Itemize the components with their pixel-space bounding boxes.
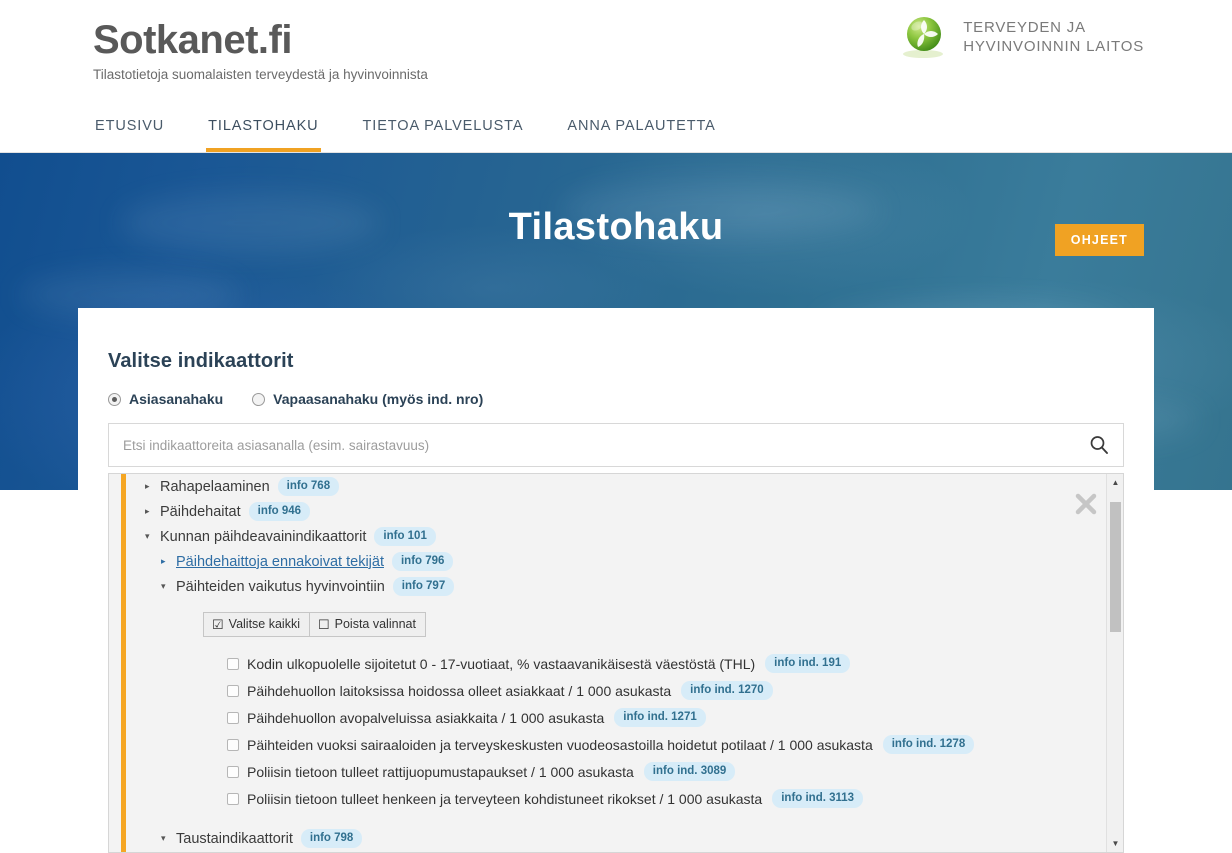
tree-node-kunnan-paihdeavainindikaattorit[interactable]: ▾ Kunnan päihdeavainindikaattorit info 1… <box>145 524 1106 549</box>
info-badge[interactable]: info 798 <box>300 829 363 848</box>
scroll-up-arrow-icon[interactable]: ▲ <box>1107 474 1123 491</box>
indicator-label: Päihdehuollon avopalveluissa asiakkaita … <box>247 709 605 726</box>
tree-rows: ▸ ▸ Rahapelaaminen info 768 ▸ Päihdehait… <box>121 474 1106 852</box>
chevron-down-icon: ▾ <box>161 581 166 591</box>
checkbox-icon[interactable] <box>227 711 239 724</box>
indicator-row[interactable]: Päihdehuollon laitoksissa hoidossa ollee… <box>227 677 1106 704</box>
tree-accent-rail <box>121 474 126 852</box>
thl-globe-icon <box>903 17 944 58</box>
radio-vapaasanahaku-label: Vapaasanahaku (myös ind. nro) <box>273 391 484 407</box>
info-badge[interactable]: info ind. 1270 <box>681 681 773 700</box>
indicator-row[interactable]: Poliisin tietoon tulleet henkeen ja terv… <box>227 785 1106 812</box>
tree-node-paihdehaittoja-ennakoivat-tekijat[interactable]: ▸ Päihdehaittoja ennakoivat tekijät info… <box>145 549 1106 574</box>
close-icon[interactable] <box>1075 493 1097 515</box>
radio-asiasanahaku-label: Asiasanahaku <box>129 391 224 407</box>
radio-dot-icon <box>252 392 266 406</box>
clear-selection-label: Poista valinnat <box>334 617 416 631</box>
info-badge[interactable]: info 101 <box>374 527 436 546</box>
tree-vertical-scrollbar[interactable]: ▲ ▼ <box>1106 474 1123 852</box>
page-title: Tilastohaku <box>508 206 724 248</box>
search-mode-radio-group: Asiasanahaku Vapaasanahaku (myös ind. nr… <box>108 391 1124 407</box>
indicator-list: Kodin ulkopuolelle sijoitetut 0 - 17-vuo… <box>145 650 1106 812</box>
info-badge[interactable]: info ind. 191 <box>765 654 851 673</box>
info-badge[interactable]: info ind. 1278 <box>882 735 975 754</box>
scroll-down-arrow-icon[interactable]: ▼ <box>1107 835 1123 852</box>
clear-selection-button[interactable]: ☐ Poista valinnat <box>308 612 426 637</box>
nav-item-tilastohaku[interactable]: TILASTOHAKU <box>206 112 321 152</box>
indicator-label: Poliisin tietoon tulleet rattijuopumusta… <box>247 763 634 780</box>
info-badge[interactable]: info 796 <box>391 552 454 571</box>
indicator-label: Päihteiden vuoksi sairaaloiden ja tervey… <box>247 736 873 753</box>
site-header: Sotkanet.fi Tilastotietoja suomalaisten … <box>0 0 1232 153</box>
tree-node-paihteiden-vaikutus-hyvinvointiin[interactable]: ▾ Päihteiden vaikutus hyvinvointiin info… <box>145 574 1106 599</box>
chevron-down-icon: ▾ <box>145 531 150 541</box>
info-badge[interactable]: info ind. 3089 <box>643 762 736 781</box>
info-badge[interactable]: info ind. 3113 <box>772 789 864 808</box>
search-input[interactable] <box>109 424 1123 466</box>
checkbox-icon[interactable] <box>227 765 239 778</box>
radio-vapaasanahaku[interactable]: Vapaasanahaku (myös ind. nro) <box>252 391 483 407</box>
indicator-row[interactable]: Kodin ulkopuolelle sijoitetut 0 - 17-vuo… <box>227 650 1106 677</box>
chevron-right-icon: ▸ <box>145 481 150 491</box>
checkbox-icon[interactable] <box>227 792 239 805</box>
brand: Sotkanet.fi Tilastotietoja suomalaisten … <box>93 16 428 84</box>
indicator-label: Kodin ulkopuolelle sijoitetut 0 - 17-vuo… <box>247 655 756 672</box>
tree-node-paihdehaitat[interactable]: ▸ Päihdehaitat info 946 <box>145 499 1106 524</box>
indicator-row[interactable]: Päihdehuollon avopalveluissa asiakkaita … <box>227 704 1106 731</box>
tree-node-label: Päihdehaitat <box>160 503 241 520</box>
chevron-right-icon: ▸ <box>145 506 150 516</box>
checkbox-icon[interactable] <box>227 684 239 697</box>
tree-inner: ▸ ▸ Rahapelaaminen info 768 ▸ Päihdehait… <box>109 474 1106 852</box>
tree-node-label: Taustaindikaattorit <box>176 830 293 847</box>
indicator-label: Päihdehuollon laitoksissa hoidossa ollee… <box>247 682 672 699</box>
indicator-row[interactable]: Poliisin tietoon tulleet rattijuopumusta… <box>227 758 1106 785</box>
thl-logo: TERVEYDEN JA HYVINVOINNIN LAITOS <box>901 14 1144 60</box>
tree-node-label: Rahapelaaminen <box>160 478 270 495</box>
tree-node-label: Kunnan päihdeavainindikaattorit <box>160 528 367 545</box>
radio-dot-icon <box>108 392 121 406</box>
select-all-button[interactable]: ☑ Valitse kaikki <box>203 612 310 637</box>
select-all-label: Valitse kaikki <box>228 617 300 631</box>
nav-item-tietoa-palvelusta[interactable]: TIETOA PALVELUSTA <box>361 112 526 152</box>
indicator-row[interactable]: Päihteiden vuoksi sairaaloiden ja tervey… <box>227 731 1106 758</box>
empty-box-icon: ☐ <box>317 616 330 632</box>
card-title: Valitse indikaattorit <box>108 350 294 372</box>
chevron-right-icon: ▸ <box>161 556 166 566</box>
search-icon[interactable] <box>1089 435 1109 455</box>
tree-node-rahapelaaminen[interactable]: ▸ Rahapelaaminen info 768 <box>145 474 1106 499</box>
nav-item-etusivu[interactable]: ETUSIVU <box>93 112 166 152</box>
checked-box-icon: ☑ <box>212 616 224 632</box>
chevron-down-icon: ▾ <box>161 833 166 843</box>
tree-scroll-area: ▸ ▸ Rahapelaaminen info 768 ▸ Päihdehait… <box>109 474 1106 852</box>
search-box <box>108 423 1124 467</box>
tree-node-label: Päihdehaittoja ennakoivat tekijät <box>176 553 384 570</box>
brand-title: Sotkanet.fi <box>93 18 292 62</box>
checkbox-icon[interactable] <box>227 738 239 751</box>
nav-item-anna-palautetta[interactable]: ANNA PALAUTETTA <box>565 112 717 152</box>
thl-logo-line-2: HYVINVOINNIN LAITOS <box>963 38 1144 55</box>
main-navigation: ETUSIVU TILASTOHAKU TIETOA PALVELUSTA AN… <box>93 112 718 152</box>
info-badge[interactable]: info 797 <box>392 577 455 596</box>
radio-asiasanahaku[interactable]: Asiasanahaku <box>108 391 223 407</box>
indicator-label: Poliisin tietoon tulleet henkeen ja terv… <box>247 790 763 807</box>
indicator-tree-panel: ▸ ▸ Rahapelaaminen info 768 ▸ Päihdehait… <box>108 473 1124 853</box>
brand-subtitle: Tilastotietoja suomalaisten terveydestä … <box>93 67 428 82</box>
ohjeet-help-button[interactable]: OHJEET <box>1054 224 1144 256</box>
tree-node-taustaindikaattorit[interactable]: ▾ Taustaindikaattorit info 798 <box>145 826 1106 851</box>
info-badge[interactable]: info 946 <box>248 502 311 521</box>
info-badge[interactable]: info ind. 1271 <box>614 708 706 727</box>
scrollbar-thumb[interactable] <box>1110 502 1121 632</box>
thl-logo-text: TERVEYDEN JA HYVINVOINNIN LAITOS <box>963 18 1144 56</box>
thl-logo-line-1: TERVEYDEN JA <box>963 19 1086 36</box>
tree-node-label: Päihteiden vaikutus hyvinvointiin <box>176 578 385 595</box>
indicator-selection-card: Valitse indikaattorit Asiasanahaku Vapaa… <box>78 308 1154 853</box>
checkbox-icon[interactable] <box>227 657 239 670</box>
selection-buttons: ☑ Valitse kaikki ☐ Poista valinnat <box>203 612 1106 637</box>
info-badge[interactable]: info 768 <box>277 477 340 496</box>
